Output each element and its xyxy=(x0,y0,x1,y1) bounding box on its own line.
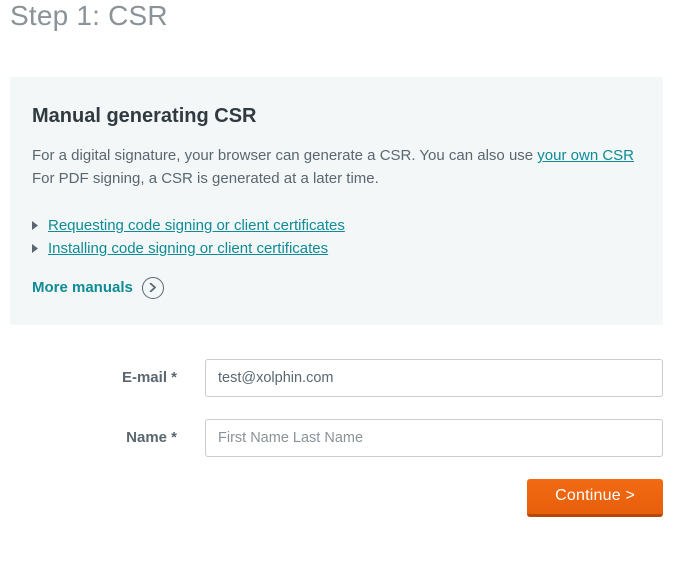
button-row: Continue > xyxy=(10,479,663,517)
info-text-part1: For a digital signature, your browser ca… xyxy=(32,147,537,164)
chevron-right-icon xyxy=(32,221,39,230)
email-label: E-mail * xyxy=(10,369,205,386)
name-field[interactable] xyxy=(205,419,663,457)
info-box-heading: Manual generating CSR xyxy=(32,105,641,128)
circle-arrow-icon xyxy=(142,277,164,299)
list-item: Requesting code signing or client certif… xyxy=(32,217,641,234)
requesting-certificates-link[interactable]: Requesting code signing or client certif… xyxy=(48,217,345,234)
page-title: Step 1: CSR xyxy=(0,0,673,52)
name-label: Name * xyxy=(10,429,205,446)
form: E-mail * Name * Continue > xyxy=(0,345,673,527)
list-item: Installing code signing or client certif… xyxy=(32,240,641,257)
info-text-part2: For PDF signing, a CSR is generated at a… xyxy=(32,170,379,187)
name-row: Name * xyxy=(10,419,663,457)
installing-certificates-link[interactable]: Installing code signing or client certif… xyxy=(48,240,328,257)
own-csr-link[interactable]: your own CSR xyxy=(537,147,634,164)
more-manuals-link[interactable]: More manuals xyxy=(32,277,164,299)
chevron-right-icon xyxy=(32,244,39,253)
email-field[interactable] xyxy=(205,359,663,397)
help-links-list: Requesting code signing or client certif… xyxy=(32,217,641,257)
email-row: E-mail * xyxy=(10,359,663,397)
continue-button[interactable]: Continue > xyxy=(527,479,663,517)
more-manuals-label: More manuals xyxy=(32,279,133,296)
info-box-text: For a digital signature, your browser ca… xyxy=(32,144,641,191)
info-box: Manual generating CSR For a digital sign… xyxy=(10,77,663,325)
